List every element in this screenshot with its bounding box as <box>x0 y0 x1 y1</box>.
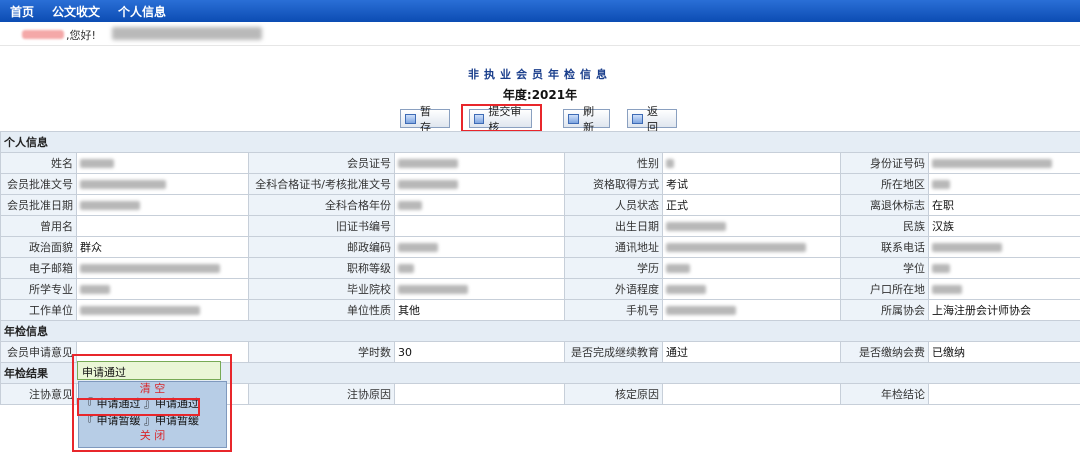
value-school <box>394 278 565 300</box>
save-button[interactable]: 暂 存 <box>400 105 450 134</box>
label-fee: 是否缴纳会费 <box>840 341 929 363</box>
label-hukou: 户口所在地 <box>840 278 929 300</box>
value-mobile <box>662 299 841 321</box>
nav-docs[interactable]: 公文收文 <box>52 3 100 20</box>
value-id-no <box>928 152 1080 174</box>
value-fee: 已缴纳 <box>928 341 1080 363</box>
refresh-icon <box>568 113 580 124</box>
label-phone: 联系电话 <box>840 236 929 258</box>
label-hours: 学时数 <box>248 341 395 363</box>
value-verify-reason <box>662 383 841 405</box>
value-status: 正式 <box>662 194 841 216</box>
value-employer <box>76 299 249 321</box>
redacted-username <box>22 30 64 39</box>
value-email <box>76 257 249 279</box>
label-reg-opinion: 注协意见 <box>0 383 77 405</box>
nav-personal[interactable]: 个人信息 <box>118 3 166 20</box>
value-retire: 在职 <box>928 194 1080 216</box>
value-former-name <box>76 215 249 237</box>
value-name <box>76 152 249 174</box>
value-approval-date <box>76 194 249 216</box>
label-ethnic: 民族 <box>840 215 929 237</box>
label-opinion: 会员申请意见 <box>0 341 77 363</box>
label-edu-done: 是否完成继续教育 <box>564 341 663 363</box>
label-pass-year: 全科合格年份 <box>248 194 395 216</box>
label-status: 人员状态 <box>564 194 663 216</box>
label-retire: 离退休标志 <box>840 194 929 216</box>
value-language <box>662 278 841 300</box>
label-approval-date: 会员批准日期 <box>0 194 77 216</box>
label-old-cert: 旧证书编号 <box>248 215 395 237</box>
label-unit-type: 单位性质 <box>248 299 395 321</box>
label-id-no: 身份证号码 <box>840 152 929 174</box>
section-annual: 年检信息 <box>0 320 1080 342</box>
refresh-button[interactable]: 刷新 <box>563 105 610 134</box>
value-pass-year <box>394 194 565 216</box>
back-icon <box>632 113 644 124</box>
value-member-no <box>394 152 565 174</box>
value-region <box>928 173 1080 195</box>
label-cert-doc: 全科合格证书/考核批准文号 <box>248 173 395 195</box>
value-unit-type: 其他 <box>394 299 565 321</box>
value-address <box>662 236 841 258</box>
value-old-cert <box>394 215 565 237</box>
label-name: 姓名 <box>0 152 77 174</box>
section-personal: 个人信息 <box>0 131 1080 153</box>
label-education: 学历 <box>564 257 663 279</box>
label-employer: 工作单位 <box>0 299 77 321</box>
value-cert-doc <box>394 173 565 195</box>
value-qual-method: 考试 <box>662 173 841 195</box>
label-school: 毕业院校 <box>248 278 395 300</box>
label-degree: 学位 <box>840 257 929 279</box>
value-degree <box>928 257 1080 279</box>
highlight-approve-option <box>77 398 200 416</box>
label-title: 职称等级 <box>248 257 395 279</box>
label-mobile: 手机号 <box>564 299 663 321</box>
label-former-name: 曾用名 <box>0 215 77 237</box>
label-gender: 性别 <box>564 152 663 174</box>
label-assoc: 所属协会 <box>840 299 929 321</box>
value-assoc: 上海注册会计师协会 <box>928 299 1080 321</box>
value-hours: 30 <box>394 341 565 363</box>
value-education <box>662 257 841 279</box>
page-title: 非执业会员年检信息 <box>468 68 612 81</box>
value-political: 群众 <box>76 236 249 258</box>
label-reg-reason: 注协原因 <box>248 383 395 405</box>
toolbar: 暂 存 提交审核 刷新 返 回 <box>0 104 1080 134</box>
label-postcode: 邮政编码 <box>248 236 395 258</box>
save-icon <box>405 113 417 124</box>
value-hukou <box>928 278 1080 300</box>
label-verify-reason: 核定原因 <box>564 383 663 405</box>
highlight-submit <box>461 104 542 132</box>
label-conclusion: 年检结论 <box>840 383 929 405</box>
value-major <box>76 278 249 300</box>
value-title <box>394 257 565 279</box>
label-email: 电子邮箱 <box>0 257 77 279</box>
value-approval-doc <box>76 173 249 195</box>
value-gender <box>662 152 841 174</box>
redacted-message <box>112 27 262 40</box>
value-conclusion <box>928 383 1080 405</box>
label-region: 所在地区 <box>840 173 929 195</box>
back-button[interactable]: 返 回 <box>627 105 677 134</box>
label-major: 所学专业 <box>0 278 77 300</box>
value-edu-done: 通过 <box>662 341 841 363</box>
label-approval-doc: 会员批准文号 <box>0 173 77 195</box>
value-reg-reason <box>394 383 565 405</box>
label-qual-method: 资格取得方式 <box>564 173 663 195</box>
greeting-bar: ,您好! <box>0 22 1080 46</box>
page-year: 年度:2021年 <box>502 88 578 102</box>
label-political: 政治面貌 <box>0 236 77 258</box>
label-language: 外语程度 <box>564 278 663 300</box>
label-birth: 出生日期 <box>564 215 663 237</box>
greeting-text: ,您好! <box>66 29 96 42</box>
top-nav: 首页 公文收文 个人信息 <box>0 0 1080 22</box>
value-postcode <box>394 236 565 258</box>
label-member-no: 会员证号 <box>248 152 395 174</box>
value-birth <box>662 215 841 237</box>
nav-home[interactable]: 首页 <box>10 3 34 20</box>
value-phone <box>928 236 1080 258</box>
label-address: 通讯地址 <box>564 236 663 258</box>
value-ethnic: 汉族 <box>928 215 1080 237</box>
